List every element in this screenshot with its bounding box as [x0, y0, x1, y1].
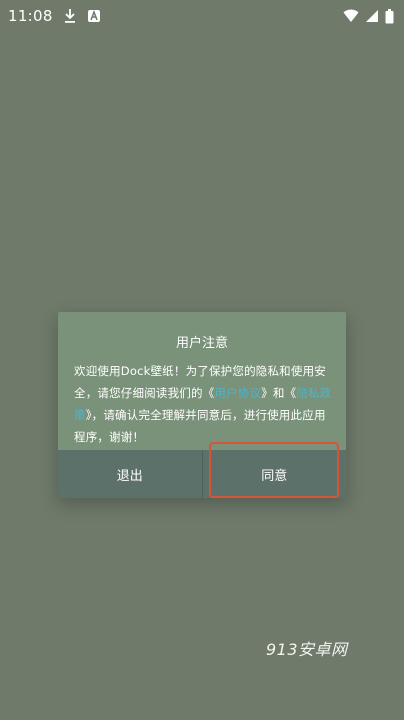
signal-icon: [365, 9, 379, 23]
status-right: [343, 8, 394, 24]
dialog-title: 用户注意: [175, 336, 228, 351]
user-agreement-link[interactable]: 用户协议: [214, 386, 261, 400]
agree-button[interactable]: 同意: [202, 450, 346, 498]
app-a-icon: [87, 9, 101, 23]
status-left: 11:08: [8, 7, 101, 25]
body-text: 》，请确认完全理解并同意后，进行使用此应用程序，谢谢！: [74, 408, 326, 444]
exit-button[interactable]: 退出: [58, 450, 202, 498]
wifi-icon: [343, 9, 359, 23]
dialog-body: 欢迎使用Dock壁纸！为了保护您的隐私和使用安全，请您仔细阅读我们的《用户协议》…: [74, 360, 336, 448]
status-bar: 11:08: [0, 0, 404, 32]
body-text: 》和《: [261, 386, 297, 400]
battery-icon: [385, 8, 394, 24]
dialog-button-bar: 退出 同意: [58, 450, 346, 498]
user-notice-dialog: 用户注意 欢迎使用Dock壁纸！为了保护您的隐私和使用安全，请您仔细阅读我们的《…: [58, 312, 346, 498]
watermark: 913安卓网: [266, 640, 348, 659]
status-time: 11:08: [8, 7, 53, 25]
download-icon: [63, 8, 77, 24]
